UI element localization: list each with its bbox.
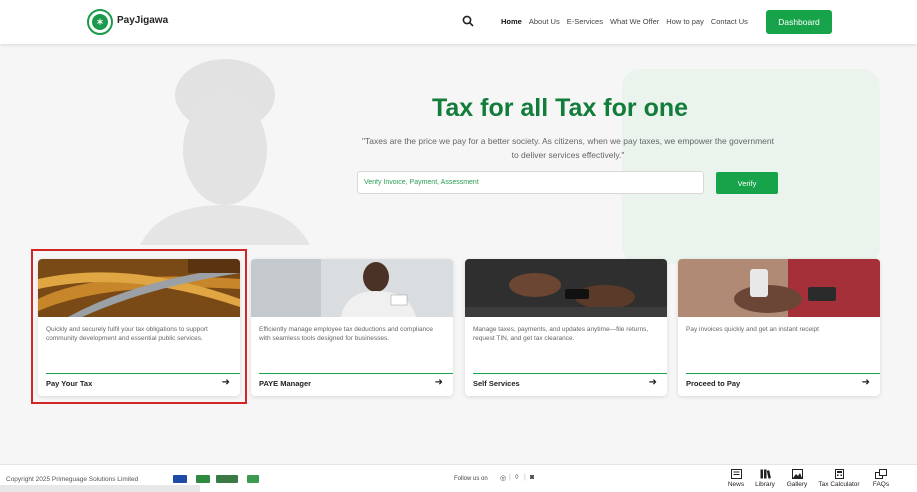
brand-name[interactable]: PayJigawa (117, 15, 168, 26)
card-description: Quickly and securely fulfil your tax obl… (46, 326, 208, 342)
gallery-icon (791, 469, 803, 479)
partner-logo (173, 475, 187, 483)
arrow-right-icon[interactable]: ➜ (649, 377, 657, 388)
footer-news[interactable]: News (720, 469, 752, 488)
partner-logo (247, 475, 259, 483)
hero-title: Tax for all Tax for one (431, 94, 689, 122)
separator: | (509, 474, 511, 481)
nav-e-services[interactable]: E-Services (567, 17, 603, 26)
proceed-to-pay-card[interactable]: Pay invoices quickly and get an instant … (678, 259, 880, 396)
nav-about-us[interactable]: About Us (529, 17, 560, 26)
interchange-photo (38, 259, 240, 317)
brand-logo[interactable]: ✶ (87, 9, 113, 35)
footer-faqs-label: FAQs (872, 481, 890, 488)
faq-icon (875, 469, 887, 479)
card-description: Pay invoices quickly and get an instant … (686, 326, 819, 333)
arrow-right-icon[interactable]: ➜ (435, 377, 443, 388)
card-description: Manage taxes, payments, and updates anyt… (473, 326, 649, 342)
facebook-icon[interactable]: ◎ (500, 474, 506, 482)
self-services-card[interactable]: Manage taxes, payments, and updates anyt… (465, 259, 667, 396)
footer-library[interactable]: Library (749, 469, 781, 488)
card-payment-photo (678, 259, 880, 317)
portrait-background-image (140, 59, 310, 245)
footer-strip (0, 485, 200, 492)
calculator-icon (834, 469, 844, 479)
eagle-icon: ✶ (92, 14, 108, 30)
footer-faqs[interactable]: FAQs (866, 469, 896, 488)
main-nav: Home About Us E-Services What We Offer H… (501, 17, 755, 26)
card-title: PAYE Manager (259, 379, 312, 388)
partner-logo (196, 475, 210, 483)
paye-manager-card[interactable]: Efficiently manage employee tax deductio… (251, 259, 453, 396)
separator: | (524, 474, 526, 481)
verify-input[interactable] (357, 171, 704, 194)
card-divider (46, 373, 240, 374)
footer-tax-calculator[interactable]: Tax Calculator (817, 469, 861, 488)
nav-how-to-pay[interactable]: How to pay (666, 17, 704, 26)
nav-home[interactable]: Home (501, 17, 522, 26)
search-icon[interactable] (462, 15, 474, 27)
card-title: Proceed to Pay (686, 379, 741, 388)
top-header: ✶ PayJigawa Home About Us E-Services Wha… (0, 0, 917, 44)
arrow-right-icon[interactable]: ➜ (222, 377, 230, 388)
partner-logo (216, 475, 238, 483)
follow-us-label: Follow us on (454, 476, 488, 482)
verify-button[interactable]: Verify (716, 172, 778, 194)
phone-hands-photo (465, 259, 667, 317)
card-divider (686, 373, 880, 374)
footer-tax-calculator-label: Tax Calculator (818, 481, 860, 488)
footer-news-label: News (727, 481, 745, 488)
pay-your-tax-card[interactable]: Quickly and securely fulfil your tax obl… (38, 259, 240, 396)
dashboard-button[interactable]: Dashboard (766, 10, 832, 34)
footer-gallery[interactable]: Gallery (781, 469, 813, 488)
footer-library-label: Library (755, 481, 775, 488)
twitter-icon[interactable]: ◊ (515, 474, 518, 481)
nav-contact-us[interactable]: Contact Us (711, 17, 748, 26)
card-divider (473, 373, 667, 374)
office-worker-photo (251, 259, 453, 317)
hero-quote: "Taxes are the price we pay for a better… (361, 136, 774, 160)
news-icon (730, 469, 742, 479)
footer-gallery-label: Gallery (786, 481, 808, 488)
nav-what-we-offer[interactable]: What We Offer (610, 17, 659, 26)
card-divider (259, 373, 453, 374)
library-icon (760, 469, 771, 479)
copyright-text: Copyright 2025 Primeguage Solutions Limi… (6, 476, 139, 483)
instagram-icon[interactable]: ◙ (530, 474, 534, 481)
arrow-right-icon[interactable]: ➜ (862, 377, 870, 388)
card-title: Pay Your Tax (46, 379, 93, 388)
card-description: Efficiently manage employee tax deductio… (259, 326, 434, 342)
card-title: Self Services (473, 379, 520, 388)
